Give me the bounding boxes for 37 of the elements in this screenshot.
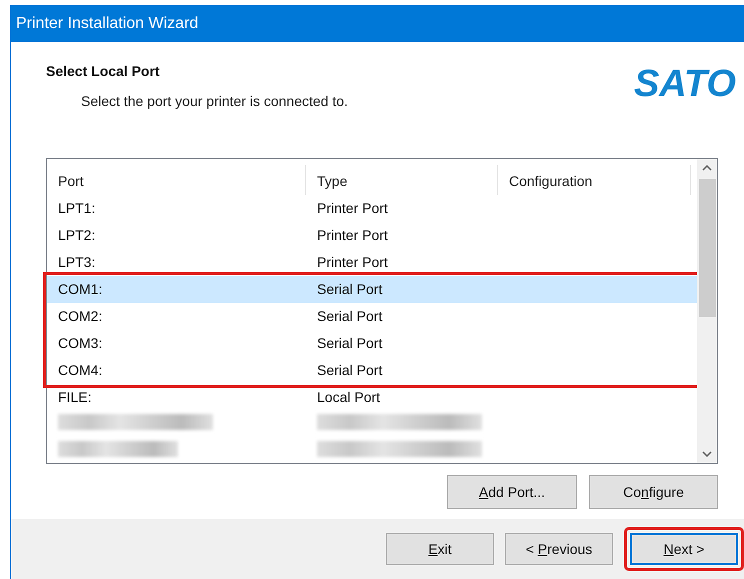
- table-row[interactable]: COM4: Serial Port: [47, 357, 697, 384]
- list-button[interactable]: Add Port...: [447, 475, 577, 509]
- table-row[interactable]: FILE: Local Port: [47, 384, 697, 411]
- table-cell-text: LPT1:: [57, 199, 96, 218]
- table-row[interactable]: LPT3: Printer Port: [47, 249, 697, 276]
- table-cell-text: FILE:: [57, 388, 92, 407]
- table-cell-text: LPT3:: [57, 253, 96, 272]
- table-cell-text: Printer Port: [316, 226, 388, 245]
- table-cell-text: LPT2:: [57, 226, 96, 245]
- table-cell-text: Printer Port: [316, 253, 388, 272]
- column-header[interactable]: Port: [47, 165, 306, 195]
- table-cell-text: COM3:: [57, 334, 104, 353]
- page-heading: Select Local Port: [46, 62, 161, 81]
- footer-button[interactable]: Exit: [386, 533, 494, 565]
- table-cell-text: Local Port: [316, 388, 380, 407]
- selected-row[interactable]: COM1: Serial Port: [47, 276, 697, 303]
- table-cell-text: Serial Port: [316, 334, 382, 353]
- table-row[interactable]: LPT1: Printer Port: [47, 195, 697, 222]
- scrollbar-thumb[interactable]: [698, 179, 716, 317]
- window-title: Printer Installation Wizard: [11, 5, 744, 42]
- table-cell-text: Serial Port: [316, 307, 382, 326]
- logo: SATO: [634, 65, 736, 107]
- table-row[interactable]: COM2: Serial Port: [47, 303, 697, 330]
- table-cell-text: COM1:: [57, 280, 104, 299]
- table-row[interactable]: COM3: Serial Port: [47, 330, 697, 357]
- table-cell-text: Printer Port: [316, 199, 388, 218]
- table-row[interactable]: LPT2: Printer Port: [47, 222, 697, 249]
- column-header[interactable]: Configuration: [498, 165, 691, 195]
- page-subtitle: Select the port your printer is connected to.: [81, 92, 348, 111]
- table-cell-text: COM4:: [57, 361, 104, 380]
- footer-button[interactable]: < Previous: [505, 533, 613, 565]
- table-cell-text: Serial Port: [316, 280, 382, 299]
- table-cell-text: COM2:: [57, 307, 104, 326]
- list-button[interactable]: Configure: [589, 475, 718, 509]
- default-button[interactable]: Next >: [630, 533, 738, 565]
- column-header[interactable]: Type: [306, 165, 498, 195]
- table-cell-text: Serial Port: [316, 361, 382, 380]
